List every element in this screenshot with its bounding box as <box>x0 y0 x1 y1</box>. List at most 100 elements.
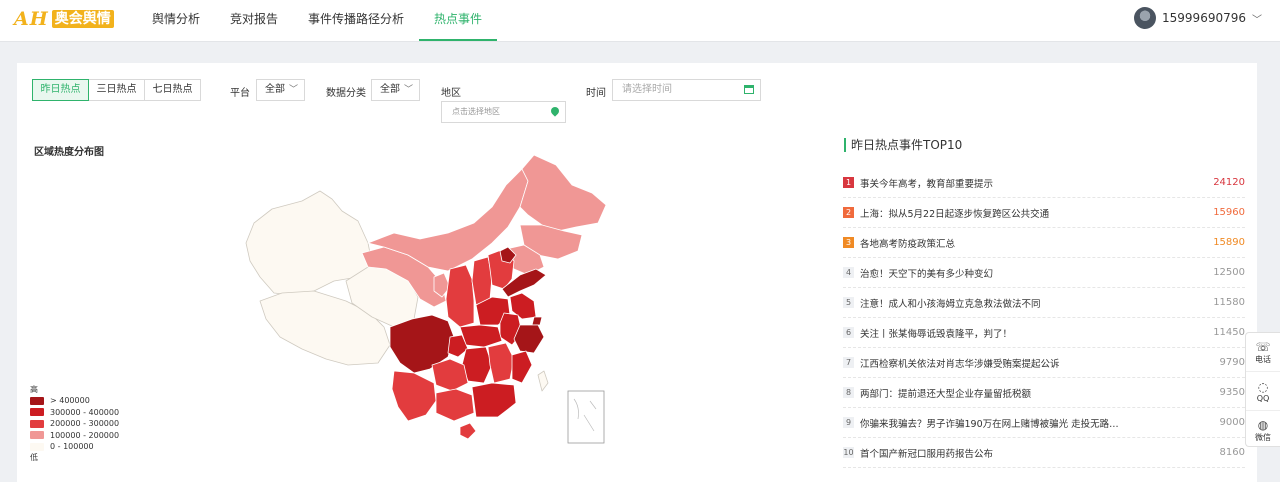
top-navbar: AH 奥会舆情 舆情分析 竞对报告 事件传播路径分析 热点事件 15999690… <box>0 0 1280 42</box>
event-title[interactable]: 江西检察机关依法对肖志华涉嫌受贿案提起公诉 <box>860 356 1197 370</box>
legend-high: 高 <box>30 385 38 394</box>
platform-select[interactable]: 全部 ﹀ <box>256 79 305 101</box>
china-heat-map <box>245 154 607 444</box>
region-label: 地区 <box>441 88 461 99</box>
list-item[interactable]: 6 关注丨张某侮辱诋毁袁隆平，判了！ 11450 <box>843 318 1245 348</box>
event-title[interactable]: 事关今年高考，教育部重要提示 <box>860 176 1197 190</box>
list-item[interactable]: 5 注意！成人和小孩海姆立克急救法做法不同 11580 <box>843 288 1245 318</box>
contact-phone-label: 电话 <box>1255 354 1271 364</box>
tab-yesterday[interactable]: 昨日热点 <box>32 79 89 101</box>
legend-item[interactable]: 0 - 100000 <box>30 441 119 453</box>
list-item[interactable]: 8 两部门：提前退还大型企业存量留抵税额 9350 <box>843 378 1245 408</box>
map-legend: 高 > 400000 300000 - 400000 200000 - 3000… <box>30 385 119 463</box>
region-shanghai[interactable] <box>531 316 543 326</box>
rank-badge: 3 <box>843 237 854 248</box>
event-title[interactable]: 两部门：提前退还大型企业存量留抵税额 <box>860 386 1197 400</box>
event-title[interactable]: 首个国产新冠口服用药报告公布 <box>860 446 1197 460</box>
wechat-icon: ◍ <box>1257 417 1269 432</box>
region-taiwan[interactable] <box>537 370 549 392</box>
event-heat-value: 15890 <box>1213 237 1245 248</box>
event-title[interactable]: 你骗来我骗去？男子诈骗190万在网上赌博被骗光 走投无路… <box>860 416 1197 430</box>
event-title[interactable]: 注意！成人和小孩海姆立克急救法做法不同 <box>860 296 1197 310</box>
heat-map <box>222 151 632 454</box>
platform-label: 平台 <box>230 88 250 99</box>
chevron-down-icon: ﹀ <box>403 85 413 95</box>
region-guangxi[interactable] <box>435 388 475 422</box>
region-yunnan[interactable] <box>391 370 437 422</box>
platform-select-value: 全部 <box>265 84 285 95</box>
region-zhejiang[interactable] <box>513 324 545 354</box>
region-shaanxi[interactable] <box>445 264 475 328</box>
period-tabs: 昨日热点 三日热点 七日热点 <box>32 79 201 101</box>
rank-badge: 6 <box>843 327 854 338</box>
qq-icon: ◌ <box>1257 379 1269 394</box>
nav-item-competitor-report[interactable]: 竞对报告 <box>215 0 293 41</box>
nav-item-sentiment-analysis[interactable]: 舆情分析 <box>137 0 215 41</box>
region-jiangxi[interactable] <box>487 342 515 384</box>
list-item[interactable]: 10 首个国产新冠口服用药报告公布 8160 <box>843 438 1245 468</box>
south-sea-inset <box>567 390 605 444</box>
calendar-icon <box>744 85 754 94</box>
contact-wechat-label: 微信 <box>1255 432 1271 442</box>
event-heat-value: 24120 <box>1213 177 1245 188</box>
time-placeholder: 请选择时间 <box>622 84 672 95</box>
event-heat-value: 11450 <box>1213 327 1245 338</box>
legend-item[interactable]: > 400000 <box>30 395 119 407</box>
event-title[interactable]: 治愈！天空下的美有多少种变幻 <box>860 266 1197 280</box>
event-heat-value: 15960 <box>1213 207 1245 218</box>
region-heilongjiang[interactable] <box>519 154 607 232</box>
list-item[interactable]: 4 治愈！天空下的美有多少种变幻 12500 <box>843 258 1245 288</box>
event-title[interactable]: 关注丨张某侮辱诋毁袁隆平，判了！ <box>860 326 1197 340</box>
list-item[interactable]: 7 江西检察机关依法对肖志华涉嫌受贿案提起公诉 9790 <box>843 348 1245 378</box>
user-menu[interactable]: 15999690796 ﹀ <box>1134 7 1262 29</box>
legend-swatch <box>30 419 44 428</box>
avatar[interactable] <box>1134 7 1157 29</box>
legend-item[interactable]: 100000 - 200000 <box>30 430 119 442</box>
event-title[interactable]: 上海：拟从5月22日起逐步恢复跨区公共交通 <box>860 206 1197 220</box>
nav-item-propagation-path[interactable]: 事件传播路径分析 <box>293 0 419 41</box>
legend-item[interactable]: 200000 - 300000 <box>30 418 119 430</box>
region-fujian[interactable] <box>511 350 533 384</box>
region-picker[interactable]: 点击选择地区 <box>441 101 566 123</box>
rank-badge: 4 <box>843 267 854 278</box>
region-hubei[interactable] <box>459 324 503 348</box>
rank-badge: 8 <box>843 387 854 398</box>
event-title[interactable]: 各地高考防疫政策汇总 <box>860 236 1197 250</box>
top10-title: 昨日热点事件TOP10 <box>844 138 962 152</box>
list-item[interactable]: 3 各地高考防疫政策汇总 15890 <box>843 228 1245 258</box>
hot-events-panel: 昨日热点 三日热点 七日热点 平台 全部 ﹀ 数据分类 全部 ﹀ 地区 点击选择… <box>17 63 1257 482</box>
contact-float-bar: ☏ 电话 ◌ QQ ◍ 微信 <box>1245 332 1280 447</box>
contact-qq-label: QQ <box>1256 393 1270 403</box>
rank-badge: 10 <box>843 447 854 458</box>
list-item[interactable]: 1 事关今年高考，教育部重要提示 24120 <box>843 168 1245 198</box>
time-label: 时间 <box>586 88 606 99</box>
category-select[interactable]: 全部 ﹀ <box>371 79 420 101</box>
event-heat-value: 9790 <box>1219 357 1245 368</box>
legend-swatch <box>30 431 44 440</box>
location-pin-icon <box>549 105 561 117</box>
event-heat-value: 8160 <box>1219 447 1245 458</box>
phone-icon: ☏ <box>1255 339 1271 354</box>
rank-badge: 2 <box>843 207 854 218</box>
contact-qq-button[interactable]: ◌ QQ <box>1246 371 1280 410</box>
rank-badge: 9 <box>843 417 854 428</box>
nav-item-hot-events[interactable]: 热点事件 <box>419 0 498 41</box>
list-item[interactable]: 9 你骗来我骗去？男子诈骗190万在网上赌博被骗光 走投无路… 9000 <box>843 408 1245 438</box>
legend-item[interactable]: 300000 - 400000 <box>30 407 119 419</box>
contact-wechat-button[interactable]: ◍ 微信 <box>1246 410 1280 449</box>
legend-low: 低 <box>30 452 38 462</box>
logo[interactable]: AH 奥会舆情 <box>14 8 114 30</box>
chevron-down-icon: ﹀ <box>1252 14 1262 26</box>
time-picker[interactable]: 请选择时间 <box>612 79 761 101</box>
user-phone: 15999690796 <box>1162 11 1246 25</box>
logo-latin: AH <box>14 8 49 30</box>
list-item[interactable]: 2 上海：拟从5月22日起逐步恢复跨区公共交通 15960 <box>843 198 1245 228</box>
region-guangdong[interactable] <box>471 382 517 418</box>
contact-phone-button[interactable]: ☏ 电话 <box>1246 333 1280 371</box>
category-select-value: 全部 <box>380 84 400 95</box>
tab-three-days[interactable]: 三日热点 <box>88 79 145 101</box>
tab-seven-days[interactable]: 七日热点 <box>144 79 201 101</box>
rank-badge: 1 <box>843 177 854 188</box>
rank-badge: 7 <box>843 357 854 368</box>
region-hainan[interactable] <box>459 422 477 440</box>
